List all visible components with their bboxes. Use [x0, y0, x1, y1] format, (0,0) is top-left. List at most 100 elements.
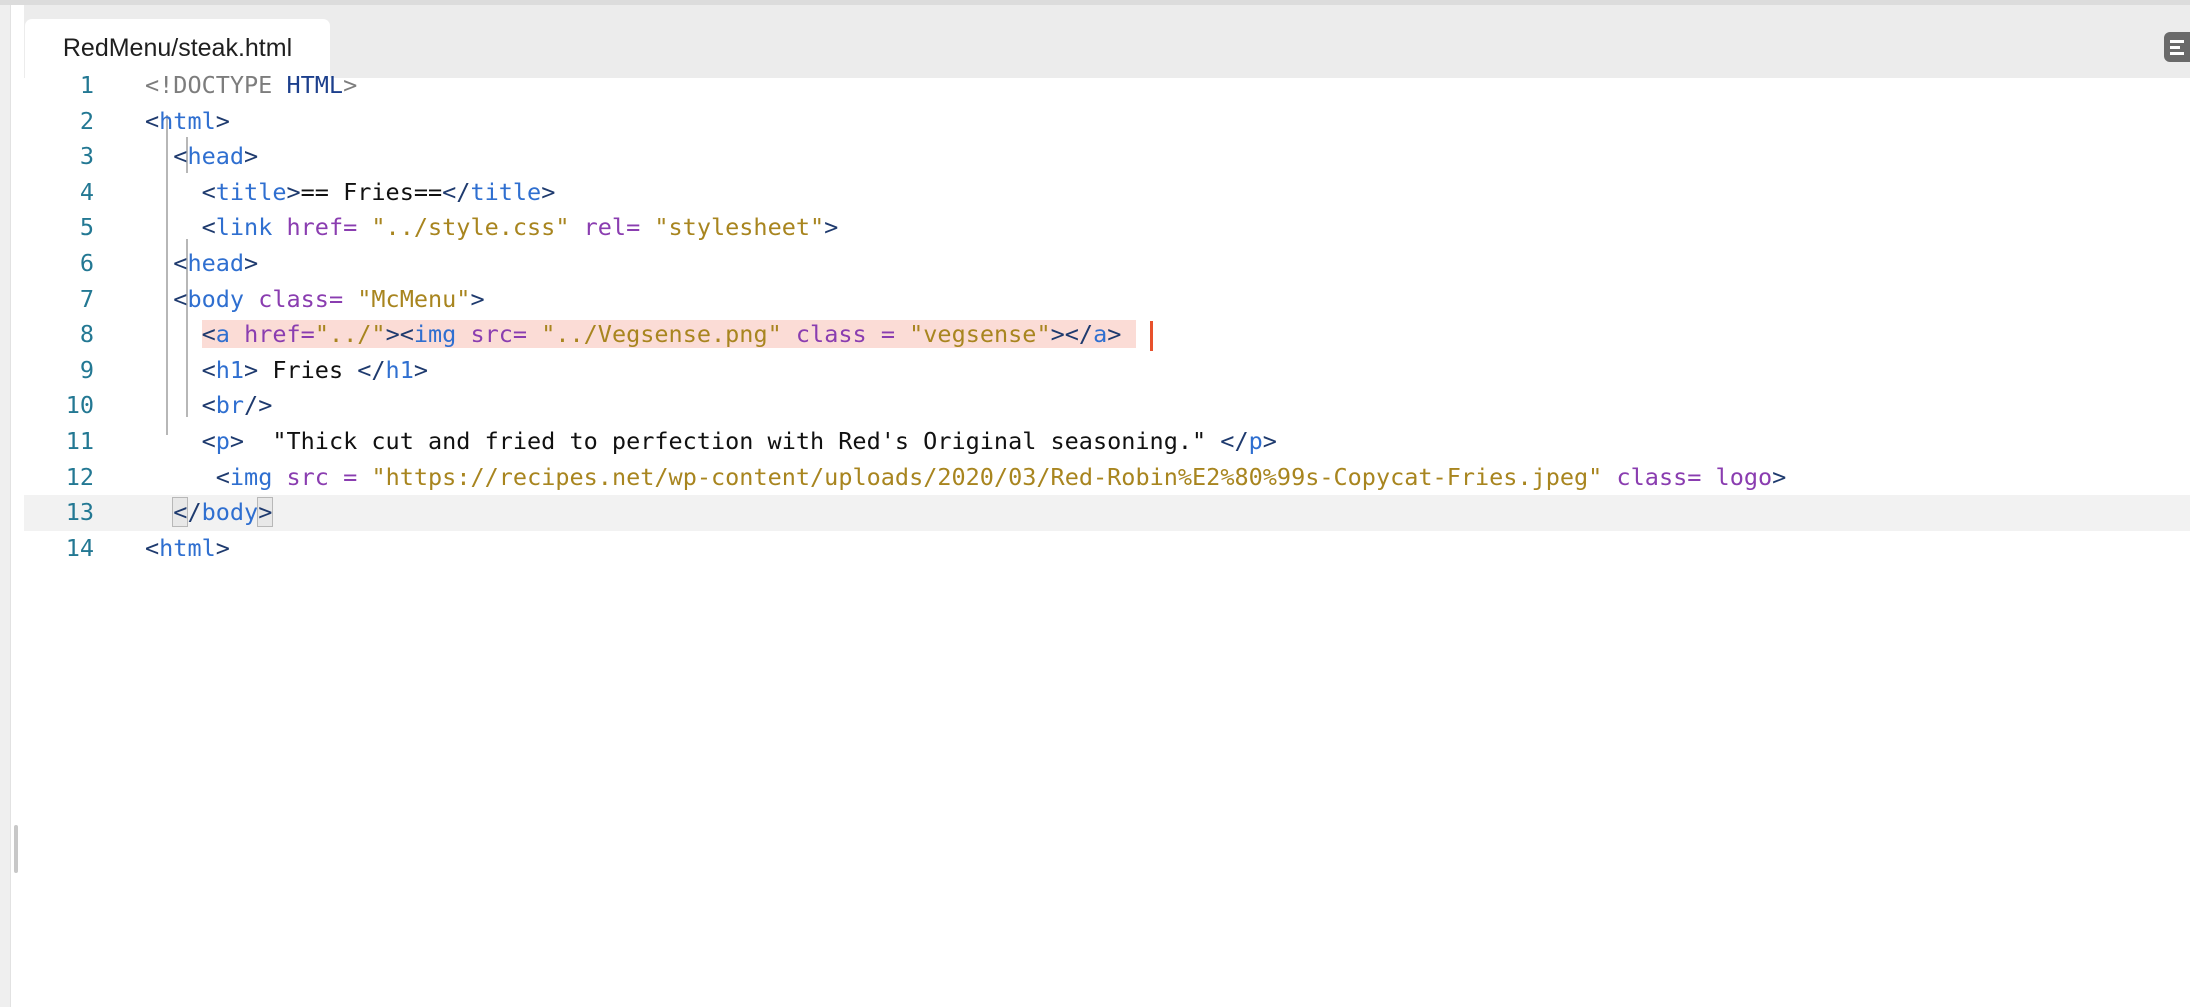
- code-token: <: [201, 355, 216, 384]
- code-token: body: [201, 498, 259, 527]
- code-token: Fries: [258, 355, 358, 384]
- code-token: >: [1772, 462, 1787, 491]
- error-highlight: <a href="../"><img src= "../Vegsense.png…: [201, 320, 1136, 349]
- code-line[interactable]: 14 <html>: [24, 531, 2190, 567]
- code-token: "Thick cut and fried to perfection with …: [244, 427, 1221, 455]
- line-number: 14: [65, 533, 94, 562]
- code-token: "vegsense": [909, 320, 1051, 349]
- line-number: 2: [79, 106, 94, 135]
- code-token: <: [173, 284, 188, 313]
- text-cursor: [1149, 320, 1153, 351]
- code-token: >: [413, 355, 428, 384]
- code-text: <head>: [145, 246, 258, 282]
- left-gutter: [0, 5, 11, 1007]
- code-token: h1: [385, 355, 414, 384]
- code-token: >: [1107, 320, 1122, 349]
- line-number: 7: [79, 284, 94, 313]
- line-number: 8: [79, 320, 94, 349]
- code-token: >: [244, 142, 259, 171]
- code-token: <!DOCTYPE: [145, 71, 287, 99]
- code-token: HTML: [286, 71, 344, 99]
- panel-resize-handle[interactable]: [14, 825, 18, 873]
- code-token: >: [244, 355, 259, 384]
- line-number: 10: [65, 391, 94, 420]
- code-token: == Fries==: [300, 177, 443, 206]
- code-token: body: [187, 284, 245, 313]
- code-token: h1: [215, 355, 245, 384]
- code-token: <: [173, 249, 188, 277]
- code-line[interactable]: 12 <img src = "https://recipes.net/wp-co…: [24, 460, 2190, 496]
- code-text: <h1> Fries </h1>: [145, 353, 428, 389]
- line-number: 6: [79, 249, 94, 277]
- code-text: <br/>: [145, 388, 273, 424]
- code-token: logo: [1715, 462, 1773, 491]
- code-token: <: [201, 427, 216, 455]
- code-line[interactable]: 1 <!DOCTYPE HTML>: [24, 68, 2190, 104]
- code-text: <img src = "https://recipes.net/wp-conte…: [145, 460, 1787, 496]
- code-token: <: [201, 320, 216, 349]
- code-token: "../Vegsense.png": [541, 320, 782, 349]
- code-token: >: [824, 213, 839, 242]
- code-token: "stylesheet": [654, 213, 825, 242]
- code-line[interactable]: 9 <h1> Fries </h1>: [24, 353, 2190, 389]
- code-text: </body>: [145, 495, 274, 531]
- code-line[interactable]: 5 <link href= "../style.css" rel= "style…: [24, 210, 2190, 246]
- code-token: >: [257, 497, 274, 528]
- code-token: >: [541, 177, 556, 206]
- code-token: href=: [244, 320, 315, 349]
- code-token: >: [244, 249, 259, 277]
- code-line[interactable]: 7 <body class= "McMenu">: [24, 282, 2190, 318]
- code-token: >: [1262, 427, 1277, 455]
- tab-label: RedMenu/steak.html: [62, 34, 293, 62]
- code-editor[interactable]: 1 <!DOCTYPE HTML> 2 <html> 3 <head> 4 <title>…: [24, 71, 2190, 1007]
- code-line[interactable]: 3 <head>: [24, 139, 2190, 175]
- code-line[interactable]: 13 </body>: [24, 495, 2190, 531]
- code-token: img: [413, 320, 457, 349]
- code-token: class: [795, 320, 867, 349]
- code-token: >: [286, 177, 301, 206]
- code-token: <: [173, 142, 188, 171]
- code-token: </: [442, 177, 471, 206]
- code-token: link: [215, 213, 273, 242]
- code-line[interactable]: 6 <head>: [24, 246, 2190, 282]
- code-token: head: [187, 249, 245, 277]
- code-token: <: [201, 177, 216, 206]
- code-token: <: [215, 462, 230, 491]
- code-line[interactable]: 11 <p> "Thick cut and fried to perfectio…: [24, 424, 2190, 460]
- code-token: html: [159, 533, 216, 562]
- outline-menu-button[interactable]: [2164, 32, 2190, 62]
- code-token: </: [357, 355, 386, 384]
- code-line[interactable]: 8 <a href="../"><img src= "../Vegsense.p…: [24, 317, 2190, 353]
- code-token: <: [172, 497, 189, 528]
- code-token: /: [187, 498, 202, 527]
- code-line[interactable]: 2 <html>: [24, 104, 2190, 140]
- code-token: class=: [1616, 462, 1702, 491]
- code-text: <title>== Fries==</title>: [145, 175, 556, 211]
- code-token: p: [215, 427, 230, 455]
- code-line[interactable]: 4 <title>== Fries==</title>: [24, 175, 2190, 211]
- code-text: <body class= "McMenu">: [145, 282, 484, 318]
- code-line[interactable]: 10 <br/>: [24, 388, 2190, 424]
